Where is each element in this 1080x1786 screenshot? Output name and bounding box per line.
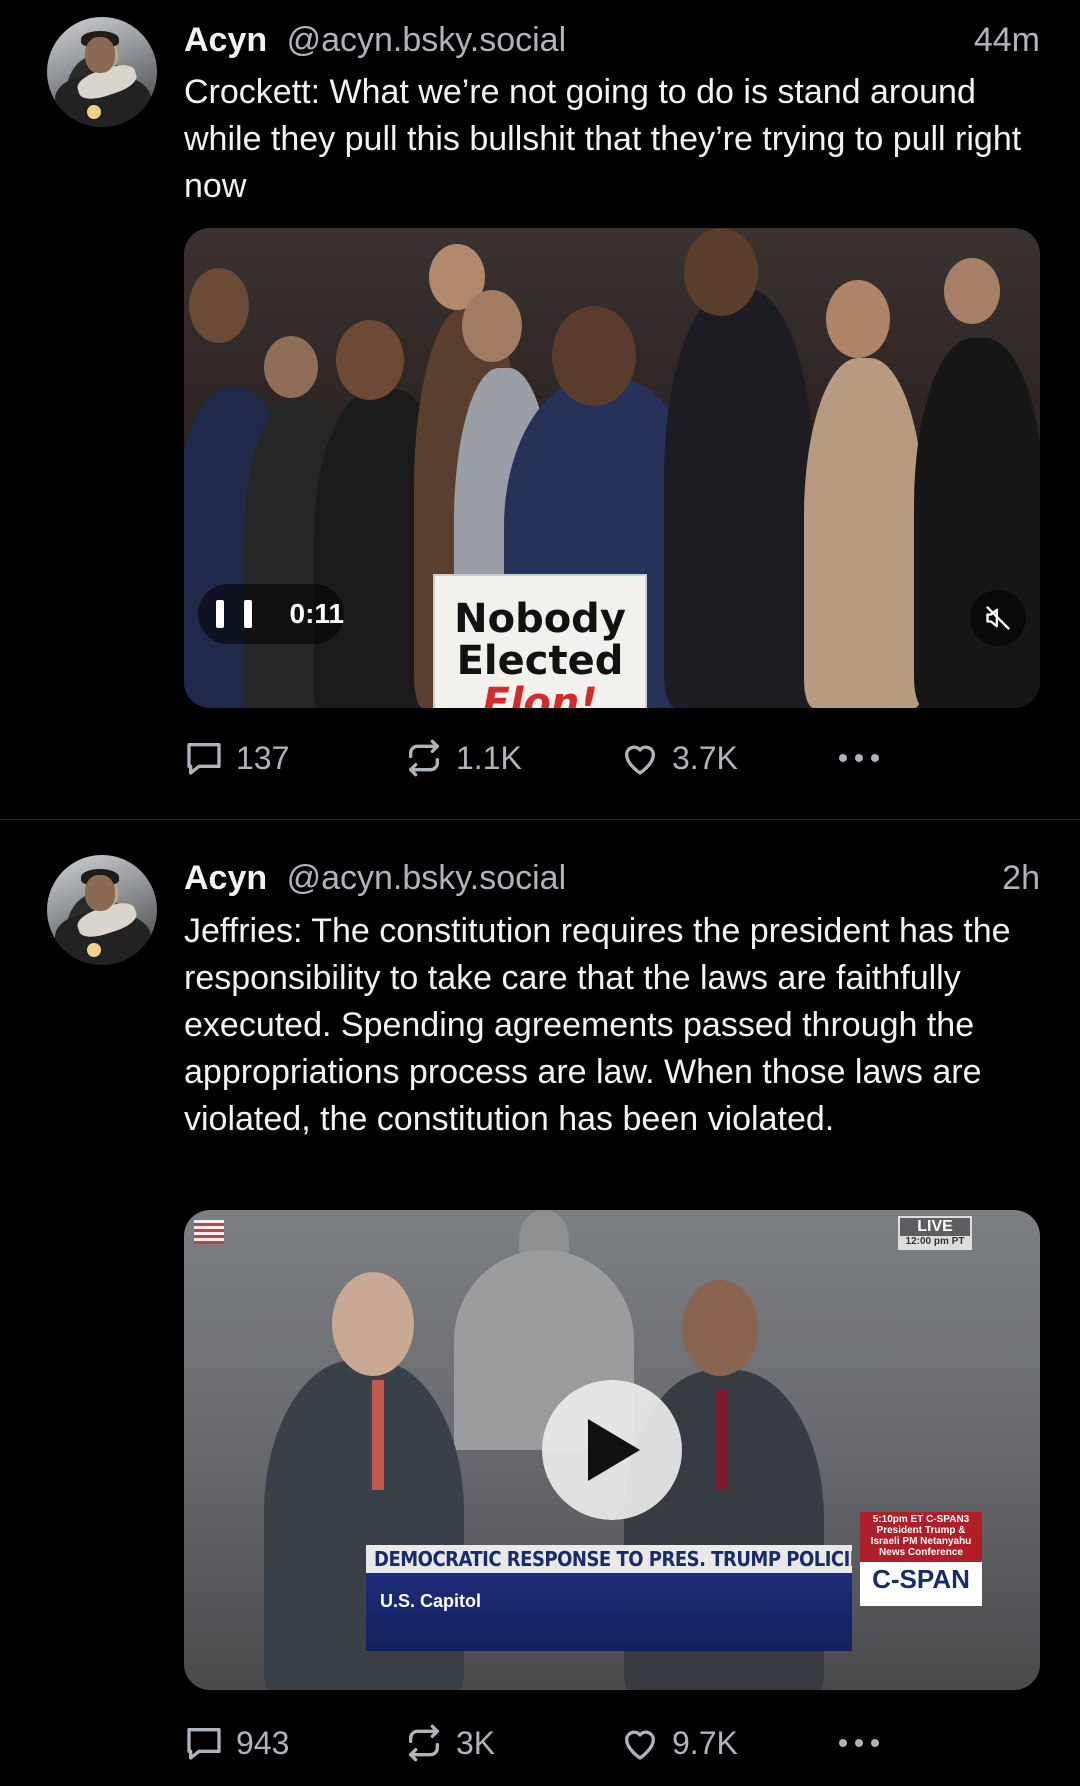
cspan-schedule-box: 5:10pm ET C-SPAN3 President Trump & Isra…: [860, 1512, 982, 1606]
post-header: Acyn @acyn.bsky.social 2h: [184, 856, 1040, 900]
pause-icon: [216, 596, 252, 632]
like-button[interactable]: 3.7K: [620, 733, 738, 783]
pause-button[interactable]: 0:11: [198, 584, 344, 644]
repost-count: 1.1K: [456, 739, 522, 776]
sign-line: Elon!: [482, 680, 598, 708]
like-count: 3.7K: [672, 739, 738, 776]
like-button[interactable]: 9.7K: [620, 1718, 738, 1768]
more-options-button[interactable]: [836, 733, 894, 783]
video-player[interactable]: Nobody Elected Elon! 0:11: [184, 228, 1040, 708]
location: U.S. Capitol: [366, 1573, 852, 1651]
flag: [194, 1220, 224, 1244]
speech-bubble-icon: [187, 743, 221, 775]
speaker-muted-icon: [986, 606, 1010, 630]
reply-button[interactable]: 943: [184, 1718, 289, 1768]
author-avatar[interactable]: [47, 855, 157, 965]
post-actions: 137 1.1K 3.7K: [184, 733, 884, 783]
news-lower-third: DEMOCRATIC RESPONSE TO PRES. TRUMP POLIC…: [366, 1545, 852, 1651]
post-actions: 943 3K 9.7K: [184, 1718, 884, 1768]
sign-line: Nobody: [454, 596, 626, 642]
schedule-line: Israeli PM Netanyahu: [870, 1536, 972, 1547]
post-text: Crockett: What we’re not going to do is …: [184, 73, 1022, 205]
schedule-line: News Conference: [879, 1547, 963, 1558]
repost-button[interactable]: 1.1K: [404, 733, 522, 783]
repost-arrows-icon: [409, 1724, 439, 1762]
author-name[interactable]: Acyn: [184, 859, 267, 897]
schedule-line: 5:10pm ET C-SPAN3: [872, 1514, 970, 1525]
repost-button[interactable]: 3K: [404, 1718, 495, 1768]
cspan-logo: C-SPAN: [872, 1564, 970, 1594]
heart-icon: [625, 745, 655, 775]
heart-icon: [625, 1730, 655, 1760]
live-label: LIVE: [917, 1218, 953, 1235]
live-time: 12:00 pm PT: [900, 1236, 970, 1248]
play-button[interactable]: [542, 1380, 682, 1520]
post-header: Acyn @acyn.bsky.social 44m: [184, 18, 1040, 62]
ellipsis-icon: [839, 754, 879, 762]
author-handle[interactable]: @acyn.bsky.social: [287, 21, 567, 59]
post-divider: [0, 819, 1080, 820]
mute-button[interactable]: [970, 590, 1026, 646]
headline: DEMOCRATIC RESPONSE TO PRES. TRUMP POLIC…: [366, 1545, 852, 1573]
play-icon: [588, 1419, 640, 1481]
live-badge: LIVE 12:00 pm PT: [898, 1216, 972, 1250]
video-timestamp: 0:11: [289, 598, 345, 629]
reply-count: 943: [236, 1724, 290, 1761]
reply-count: 137: [236, 739, 290, 776]
post-time[interactable]: 44m: [974, 18, 1040, 62]
like-count: 9.7K: [672, 1724, 738, 1761]
more-options-button[interactable]: [836, 1718, 894, 1768]
reply-button[interactable]: 137: [184, 733, 289, 783]
speech-bubble-icon: [187, 1728, 221, 1760]
protest-sign: Nobody Elected Elon!: [433, 574, 647, 708]
repost-count: 3K: [456, 1724, 496, 1761]
author-avatar[interactable]: [47, 17, 157, 127]
author-name[interactable]: Acyn: [184, 21, 267, 59]
post-time[interactable]: 2h: [1002, 856, 1040, 900]
post-text: Jeffries: The constitution requires the …: [184, 912, 1011, 1138]
repost-arrows-icon: [409, 739, 439, 777]
schedule-line: President Trump &: [876, 1525, 966, 1536]
ellipsis-icon: [839, 1739, 879, 1747]
author-handle[interactable]: @acyn.bsky.social: [287, 859, 567, 897]
video-player[interactable]: LIVE 12:00 pm PT DEMOCRATIC RESPONSE TO …: [184, 1210, 1040, 1690]
sign-line: Elected: [456, 638, 624, 684]
